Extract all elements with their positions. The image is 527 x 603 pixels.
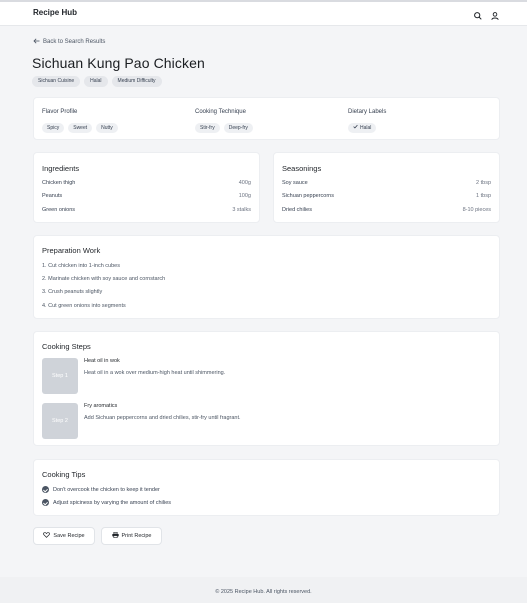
technique-chips: Stir-fry Deep-fry [195,123,253,133]
prep-step: 1. Cut chicken into 1-inch cubes [42,263,120,269]
seasoning-row: Dried chilies 8-10 pieces [282,207,491,216]
ingredient-name: Green onions [42,207,76,213]
ingredient-qty: 100g [238,193,251,199]
ingredients-title: Ingredients [42,164,80,173]
flavor-chips: Spicy Sweet Nutty [42,123,118,133]
ingredient-qty: 400g [238,180,251,186]
technique-chip: Deep-fry [223,123,253,133]
save-recipe-button[interactable]: Save Recipe [33,527,95,545]
recipe-tags: Sichuan Cuisine Halal Medium Difficulty [32,76,162,87]
heart-icon [43,532,51,540]
prep-step: 2. Marinate chicken with soy sauce and c… [42,276,166,282]
step-1-thumbnail: Step 1 [42,358,78,394]
ingredient-row: Chicken thigh 400g [42,180,251,189]
seasoning-qty: 8-10 pieces [462,207,491,213]
check-circle-icon [42,499,49,506]
back-link-label: Back to Search Results [43,39,106,45]
user-icon[interactable] [490,8,500,20]
step-title: Heat oil in wok [84,358,120,364]
cooking-steps-title: Cooking Steps [42,342,91,351]
seasonings-title: Seasonings [282,164,322,173]
step-2-thumbnail: Step 2 [42,403,78,439]
step-title: Fry aromatics [84,403,118,409]
step-description: Heat oil in a wok over medium-high heat … [84,370,226,376]
app-header: Recipe Hub [0,2,527,26]
seasoning-name: Dried chilies [282,207,312,213]
ingredient-row: Green onions 3 stalks [42,207,251,216]
print-recipe-button[interactable]: Print Recipe [101,527,162,545]
preparation-title: Preparation Work [42,246,101,255]
cooking-steps-card: Cooking Steps Step 1 Heat oil in wok Hea… [33,331,500,446]
check-icon [353,123,358,133]
tag-halal: Halal [84,76,108,87]
prep-step: 4. Cut green onions into segments [42,303,126,309]
seasonings-card: Seasonings Soy sauce 2 tbsp Sichuan pepp… [273,152,500,223]
flavor-chip: Nutty [96,123,118,133]
check-circle-icon [42,486,49,493]
step-description: Add Sichuan peppercorns and dried chilie… [84,415,241,421]
dietary-chip: Halal [348,123,377,133]
tip-item: Don't overcook the chicken to keep it te… [42,486,160,493]
ingredient-name: Peanuts [42,193,63,199]
dietary-labels-label: Dietary Labels [348,109,387,115]
tag-cuisine: Sichuan Cuisine [32,76,81,87]
arrow-left-icon [33,38,40,46]
ingredient-row: Peanuts 100g [42,193,251,202]
dietary-chip-label: Halal [360,125,372,131]
tag-difficulty: Medium Difficulty [111,76,162,87]
page-footer: © 2025 Recipe Hub. All rights reserved. [0,577,527,603]
preparation-card: Preparation Work 1. Cut chicken into 1-i… [33,235,500,319]
technique-chip: Stir-fry [195,123,220,133]
seasoning-name: Sichuan peppercorns [282,193,334,199]
footer-copyright: © 2025 Recipe Hub. All rights reserved. [215,589,312,595]
seasoning-name: Soy sauce [282,180,308,186]
cooking-technique-label: Cooking Technique [195,109,246,115]
ingredient-qty: 3 stalks [232,207,251,213]
dietary-chips: Halal [348,123,377,133]
attributes-card: Flavor Profile Spicy Sweet Nutty Cooking… [33,97,500,140]
recipe-title: Sichuan Kung Pao Chicken [32,55,205,71]
search-icon[interactable] [473,8,483,20]
ingredient-name: Chicken thigh [42,180,76,186]
flavor-profile-label: Flavor Profile [42,109,78,115]
seasoning-row: Sichuan peppercorns 1 tbsp [282,193,491,202]
tip-item: Adjust spiciness by varying the amount o… [42,499,171,506]
seasoning-row: Soy sauce 2 tbsp [282,180,491,189]
flavor-chip: Sweet [68,123,93,133]
cooking-tips-card: Cooking Tips Don't overcook the chicken … [33,459,500,516]
printer-icon [111,532,119,540]
tip-text: Don't overcook the chicken to keep it te… [53,486,160,493]
ingredients-card: Ingredients Chicken thigh 400g Peanuts 1… [33,152,260,223]
save-recipe-label: Save Recipe [53,533,85,539]
print-recipe-label: Print Recipe [121,533,152,539]
tip-text: Adjust spiciness by varying the amount o… [53,499,172,506]
prep-step: 3. Crush peanuts slightly [42,289,103,295]
seasoning-qty: 1 tbsp [476,193,491,199]
seasoning-qty: 2 tbsp [476,180,491,186]
cooking-tips-title: Cooking Tips [42,470,86,479]
flavor-chip: Spicy [42,123,65,133]
brand-logo-text[interactable]: Recipe Hub [33,8,77,17]
back-to-search-link[interactable]: Back to Search Results [33,38,105,46]
